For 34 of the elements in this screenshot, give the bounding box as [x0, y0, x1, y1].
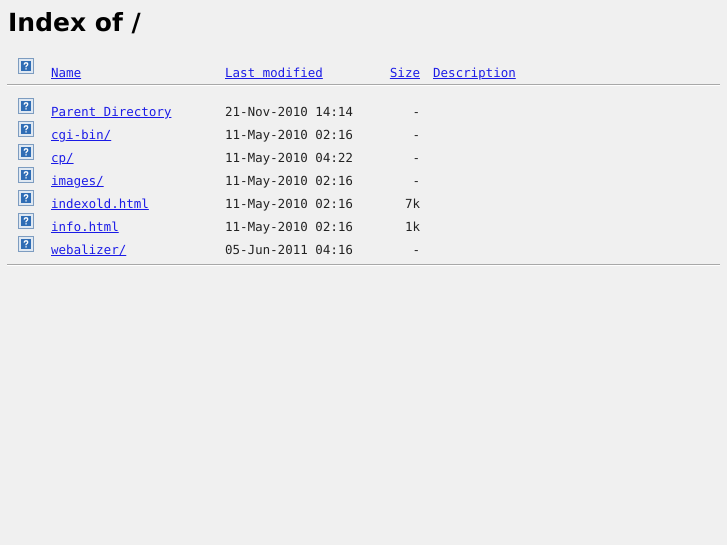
modified-date: 11-May-2010 04:22: [225, 150, 353, 165]
modified-date: 21-Nov-2010 14:14: [225, 104, 353, 119]
broken-image-icon: [18, 98, 34, 114]
column-header-link[interactable]: Description: [433, 65, 516, 80]
file-link[interactable]: indexold.html: [51, 196, 149, 211]
file-size: -: [412, 150, 420, 165]
column-header-link[interactable]: Size: [390, 65, 420, 80]
file-link[interactable]: Parent Directory: [51, 104, 172, 119]
file-link[interactable]: cp/: [51, 150, 74, 165]
file-link[interactable]: webalizer/: [51, 242, 126, 257]
modified-date: 05-Jun-2011 04:16: [225, 242, 353, 257]
modified-date: 11-May-2010 02:16: [225, 196, 353, 211]
file-size: 1k: [404, 219, 420, 234]
file-link[interactable]: images/: [51, 173, 104, 188]
file-size: 7k: [404, 196, 420, 211]
modified-date: 11-May-2010 02:16: [225, 127, 353, 142]
file-size: -: [412, 173, 420, 188]
modified-date: 11-May-2010 02:16: [225, 173, 353, 188]
broken-image-icon: [18, 213, 34, 229]
broken-image-icon: [18, 167, 34, 183]
file-size: -: [412, 127, 420, 142]
broken-image-icon: [18, 190, 34, 206]
broken-image-icon: [18, 144, 34, 160]
file-link[interactable]: info.html: [51, 219, 119, 234]
modified-date: 11-May-2010 02:16: [225, 219, 353, 234]
file-size: -: [412, 104, 420, 119]
column-header-link[interactable]: Last modified: [225, 65, 323, 80]
broken-image-icon: [18, 236, 34, 252]
page-title: Index of /: [8, 8, 142, 38]
file-link[interactable]: cgi-bin/: [51, 127, 112, 142]
file-size: -: [412, 242, 420, 257]
broken-image-icon: [18, 58, 34, 74]
broken-image-icon: [18, 121, 34, 137]
column-header-link[interactable]: Name: [51, 65, 82, 80]
